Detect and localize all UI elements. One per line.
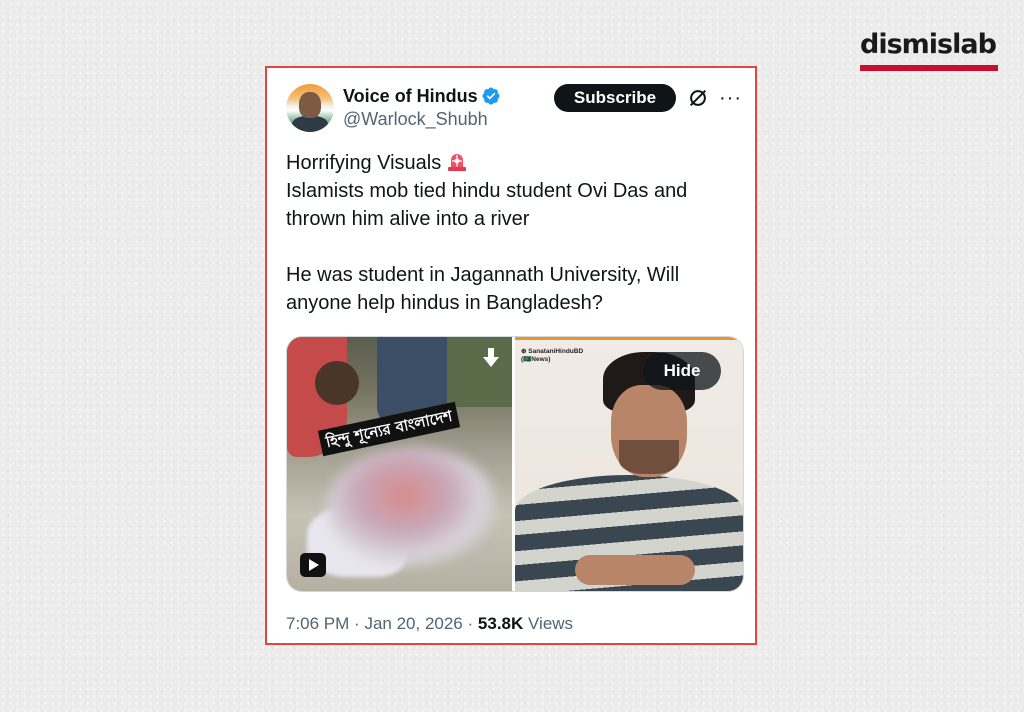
video-figure [447,337,512,407]
avatar-face [299,92,321,118]
watermark-line-2: (🇧🇩News) [521,356,551,363]
siren-emoji-icon [448,154,467,171]
tweet-time[interactable]: 7:06 PM [286,614,349,633]
tweet-meta: 7:06 PM · Jan 20, 2026 · 53.8K Views [286,613,573,635]
views-label: Views [528,614,574,633]
photo-beard [619,440,679,474]
blurred-region [327,447,497,567]
media-grid[interactable]: হিন্দু শূন্যের বাংলাদেশ ⊕ SanataniHinduB… [286,336,744,592]
meta-separator: · [467,614,474,633]
meta-separator: · [354,614,360,633]
tweet-line-2: Islamists mob tied hindu student Ovi Das… [286,180,688,230]
avatar-body [292,116,328,132]
photo-thumbnail[interactable]: ⊕ SanataniHinduBD (🇧🇩News) Hide [515,337,743,591]
play-icon[interactable] [300,553,326,577]
grok-icon[interactable] [687,87,709,109]
subscribe-button[interactable]: Subscribe [554,84,676,112]
video-figure-head [315,361,359,405]
tweet-date[interactable]: Jan 20, 2026 [364,614,462,633]
tweet-line-1: Horrifying Visuals [286,152,442,174]
tweet-spacer [286,233,736,261]
avatar[interactable] [286,84,334,132]
tweet-card[interactable]: Voice of Hindus @Warlock_Shubh Subscribe… [265,66,757,645]
watermark-line-1: ⊕ SanataniHinduBD [521,348,584,355]
more-icon[interactable]: ··· [719,87,742,109]
video-thumbnail[interactable]: হিন্দু শূন্যের বাংলাদেশ [287,337,512,591]
author-display-name[interactable]: Voice of Hindus [343,84,478,108]
tweet-line-3: He was student in Jagannath University, … [286,264,680,314]
photo-arm [575,555,695,585]
author-handle[interactable]: @Warlock_Shubh [343,108,488,130]
brand-name: dismislab [860,29,997,60]
brand-underline [860,65,998,71]
verified-badge-icon [482,87,500,105]
tweet-text: Horrifying Visuals Islamists mob tied hi… [286,149,736,317]
down-arrow-icon [483,348,499,367]
dismislab-logo: dismislab [860,28,998,71]
photo-watermark: ⊕ SanataniHinduBD (🇧🇩News) [521,348,583,364]
hide-button[interactable]: Hide [643,352,721,390]
views-count: 53.8K [477,614,524,633]
